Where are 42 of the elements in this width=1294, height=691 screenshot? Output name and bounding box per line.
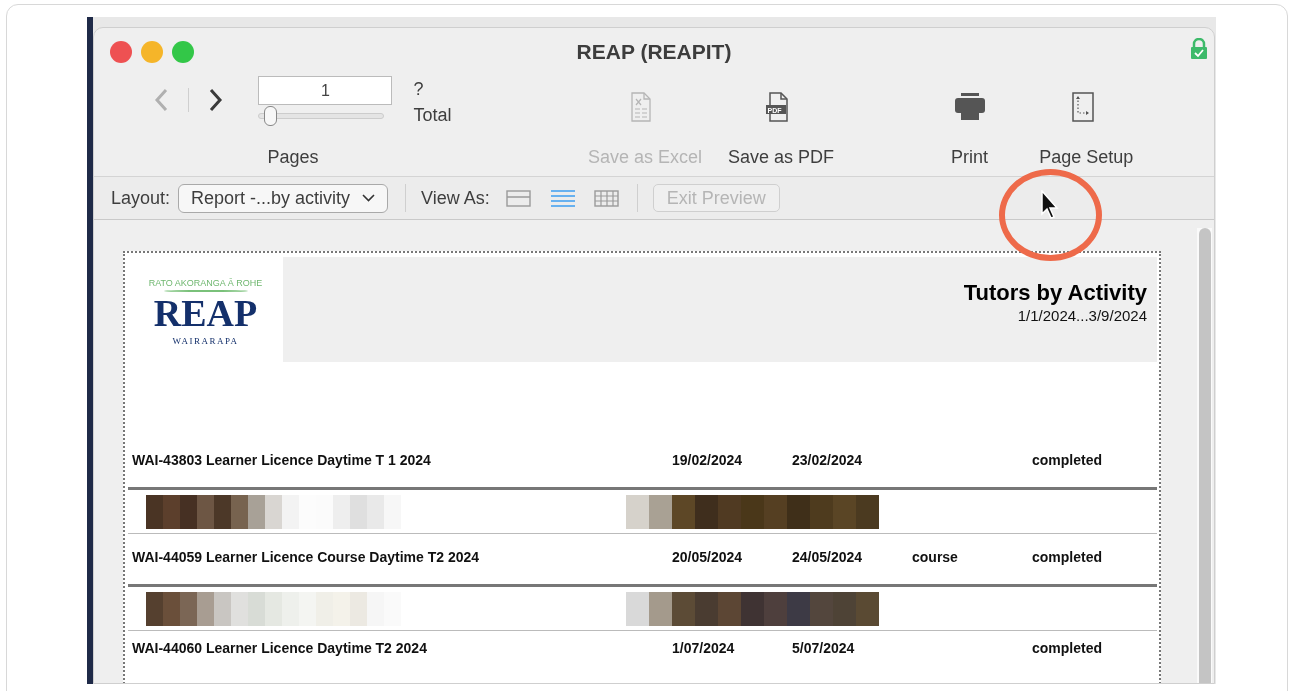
logo-name: REAP	[153, 294, 258, 332]
forward-button[interactable]	[209, 88, 224, 112]
layout-label: Layout:	[111, 186, 171, 210]
lock-icon	[1190, 38, 1208, 60]
activity-status: completed	[1032, 451, 1102, 470]
zoom-button[interactable]	[172, 41, 194, 63]
page-number-field[interactable]: 1	[258, 76, 393, 105]
activity-name: WAI-43803 Learner Licence Daytime T 1 2024	[132, 451, 432, 470]
total-label: Total	[413, 104, 452, 127]
end-date: 24/05/2024	[792, 548, 864, 567]
start-date: 1/07/2024	[672, 639, 736, 658]
cursor-icon	[1040, 190, 1060, 220]
table-view-icon[interactable]	[593, 188, 620, 208]
close-button[interactable]	[110, 41, 132, 63]
activity-name: WAI-44059 Learner Licence Course Daytime T2 2024	[132, 548, 481, 567]
scrollbar-thumb[interactable]	[1199, 228, 1211, 683]
activity-name: WAI-44060 Learner Licence Daytime T2 2024	[132, 639, 428, 658]
start-date: 20/05/2024	[672, 548, 744, 567]
total-pages-count: ?	[413, 78, 425, 101]
end-date: 23/02/2024	[792, 451, 864, 470]
end-date: 5/07/2024	[792, 639, 856, 658]
activity-status: completed	[1032, 548, 1102, 567]
layout-select[interactable]: Report -...by activity	[178, 183, 389, 213]
save-pdf-button[interactable]: Save as PDF	[728, 144, 835, 171]
pages-label: Pages	[267, 146, 319, 169]
activity-type: course	[912, 548, 959, 567]
minimize-button[interactable]	[141, 41, 163, 63]
activity-status: completed	[1032, 639, 1102, 658]
caret-icon[interactable]	[362, 194, 376, 202]
date-range: 1/1/2024...3/9/2024	[1017, 306, 1147, 327]
logo-tagline: RATO AKORANGA Ā ROHE	[148, 279, 263, 288]
start-date: 19/02/2024	[672, 451, 744, 470]
printer-icon[interactable]	[953, 92, 986, 122]
window-title: REAP (REAPIT)	[576, 39, 732, 66]
form-view-icon[interactable]	[505, 188, 532, 208]
list-view-icon[interactable]	[549, 188, 576, 208]
page-slider[interactable]	[258, 105, 385, 127]
logo-region: WAIRARAPA	[172, 335, 239, 348]
page-setup-button[interactable]: Page Setup	[1039, 144, 1134, 171]
report-title: Tutors by Activity	[963, 281, 1147, 306]
print-button[interactable]: Print	[951, 144, 989, 171]
view-as-label: View As:	[421, 186, 490, 210]
